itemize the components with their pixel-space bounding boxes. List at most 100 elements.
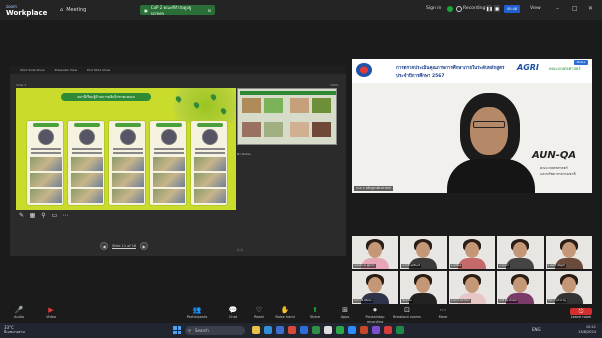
share-button[interactable]: ⬆ Share xyxy=(300,306,330,320)
participant-tile[interactable]: อ.รุ่งนภา xyxy=(497,236,544,269)
participant-tile[interactable]: CoP สัตวศาสตร์ xyxy=(497,271,544,304)
participant-face xyxy=(513,277,528,293)
thumbnail xyxy=(242,122,261,137)
app-icon[interactable] xyxy=(384,326,392,334)
file-explorer-icon[interactable] xyxy=(252,326,260,334)
text-line xyxy=(195,148,225,150)
active-speaker-video[interactable]: การตรวจประเมินคุณภาพการศึกษาภายในระดับหล… xyxy=(352,59,592,193)
maximize-icon[interactable]: □ xyxy=(572,5,578,12)
minimize-icon[interactable]: – xyxy=(556,5,559,12)
control-label: Share xyxy=(309,315,321,319)
share-pill-label: CoP 2 คณะที่กำลังดูอยู่ screen xyxy=(150,5,192,16)
audio-button[interactable]: 🎤 Audio xyxy=(4,306,34,320)
thumbnail xyxy=(290,122,309,137)
speaker-body xyxy=(447,159,535,193)
thumbnail xyxy=(264,98,283,113)
card-title xyxy=(115,123,141,127)
participant-tile[interactable]: Nutcha xyxy=(400,271,447,304)
slide-counter-label: Slide 1 xyxy=(16,83,27,87)
banner-line-2: ประจำปีการศึกษา 2567 xyxy=(396,74,445,79)
video-options-button[interactable]: Share xyxy=(574,60,588,65)
card-photo xyxy=(71,157,103,171)
close-icon[interactable]: ✕ xyxy=(588,5,593,12)
screen-share-indicator[interactable]: ▣ CoP 2 คณะที่กำลังดูอยู่ screen ⊟ xyxy=(140,5,215,16)
thumbnail xyxy=(312,98,331,113)
toolbar-item-presenter[interactable]: Presenter View xyxy=(55,68,77,72)
app-icon[interactable] xyxy=(396,326,404,334)
apps-button[interactable]: ⊞ Apps xyxy=(330,306,360,320)
banner: การตรวจประเมินคุณภาพการศึกษาภายในระดับหล… xyxy=(352,59,592,83)
meeting-tab[interactable]: ⌂ Meeting xyxy=(60,5,86,15)
taskbar-search[interactable]: ⚲ Search xyxy=(185,326,245,335)
participant-name: อ.ปราณี ศรีทอง xyxy=(353,299,373,303)
word-icon[interactable] xyxy=(300,326,308,334)
edge-icon[interactable] xyxy=(264,326,272,334)
more-options-icon[interactable]: ⋯ xyxy=(62,212,69,219)
participants-button[interactable]: 👥 Participants xyxy=(182,306,212,320)
card-photo xyxy=(153,189,185,203)
sign-in-link[interactable]: Sign in xyxy=(426,6,441,11)
toolbar-item-start[interactable]: Start Slide Show xyxy=(20,68,45,72)
meeting-timer: 00:48 xyxy=(504,5,520,13)
zoom-icon[interactable] xyxy=(348,326,356,334)
leave-button[interactable]: ⎋ Leave room xyxy=(570,308,592,320)
next-slide-icon[interactable]: ▶ xyxy=(140,242,149,250)
view-button[interactable]: View xyxy=(530,6,541,11)
card-photo xyxy=(112,189,144,203)
card-photo xyxy=(71,173,103,187)
line-icon[interactable] xyxy=(336,326,344,334)
home-icon: ⌂ xyxy=(60,7,64,13)
previous-slide-icon[interactable]: ◀ xyxy=(100,242,108,250)
language-indicator[interactable]: ENG xyxy=(532,327,541,332)
participant-tile[interactable]: อ.ชยาภรณ์ Porn xyxy=(448,271,496,304)
grid-icon[interactable]: ▦ xyxy=(29,212,36,219)
participant-tile[interactable]: อ.สมพร พ. ผู้ตรวจ xyxy=(352,236,399,269)
search-icon[interactable]: ⚲ xyxy=(40,212,47,219)
search-label: Search xyxy=(195,328,209,333)
stop-share-icon[interactable]: ⊟ xyxy=(208,8,211,13)
windows-start-icon[interactable] xyxy=(173,326,181,334)
participant-name: Nutcha xyxy=(401,299,413,303)
chrome-icon[interactable] xyxy=(324,326,332,334)
text-line xyxy=(195,152,225,154)
participant-face xyxy=(416,242,431,258)
participant-tile[interactable]: อ.วันดี อุดอินทร์ xyxy=(400,236,447,269)
stop-icon[interactable]: ■ xyxy=(494,5,500,12)
font-size-icon[interactable]: A A xyxy=(237,248,243,252)
participant-body xyxy=(506,258,535,269)
participant-tile[interactable]: อ.พรพิมล xyxy=(448,236,496,269)
weather-widget[interactable]: 33°C มีเมฆบางส่วน xyxy=(4,325,25,335)
participant-tile[interactable]: อ.สมศรี เพ็ญคำ xyxy=(545,236,592,269)
card-photo xyxy=(71,189,103,203)
participant-tile[interactable]: อ.ปราณี ศรีทอง xyxy=(352,271,399,304)
raise-hand-button[interactable]: ✋ Raise hand xyxy=(270,306,300,320)
participant-face xyxy=(464,277,479,293)
station-card xyxy=(190,120,228,206)
more-button[interactable]: ⋯ More xyxy=(428,306,458,320)
breakout-rooms-button[interactable]: ⊡ Breakout rooms xyxy=(392,306,422,320)
powerpoint-icon[interactable] xyxy=(360,326,368,334)
aun-qa-text: AUN-QA xyxy=(532,150,577,161)
video-button[interactable]: ▶ Video xyxy=(36,306,66,320)
next-slide-preview xyxy=(237,88,337,145)
zoom-level: 100% xyxy=(330,83,339,87)
participant-tile[interactable]: วิจิตรา แก้วกาญ xyxy=(545,271,592,304)
control-label: Raise hand xyxy=(275,315,295,319)
clock[interactable]: 10:21 13/8/2024 xyxy=(578,325,596,335)
store-icon[interactable] xyxy=(276,326,284,334)
pen-icon[interactable]: ✎ xyxy=(18,212,25,219)
participant-face xyxy=(464,242,479,258)
acrobat-icon[interactable] xyxy=(288,326,296,334)
participant-name: อ.สมพร พ. ผู้ตรวจ xyxy=(353,264,376,268)
excel-icon[interactable] xyxy=(312,326,320,334)
toolbar-item-end[interactable]: End Slide Show xyxy=(87,68,110,72)
teams-icon[interactable] xyxy=(372,326,380,334)
slide-pager: ◀ Slide 11 of 16 ▶ xyxy=(100,242,149,250)
card-photo xyxy=(30,189,62,203)
university-logo-icon xyxy=(356,63,372,77)
text-line xyxy=(113,152,143,154)
pointer-icon[interactable]: ▭ xyxy=(51,212,58,219)
control-label: Audio xyxy=(14,315,24,319)
participant-face xyxy=(513,242,528,258)
pause-icon[interactable]: ❚❚ xyxy=(486,5,493,12)
